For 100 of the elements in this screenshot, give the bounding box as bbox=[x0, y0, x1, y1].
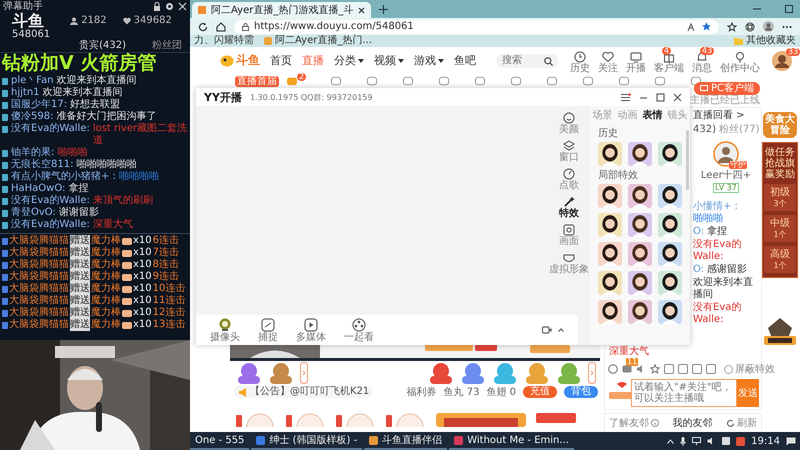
app-icon[interactable] bbox=[736, 436, 746, 446]
category-icon[interactable] bbox=[617, 76, 631, 86]
category-icon[interactable] bbox=[509, 76, 523, 86]
category-icon[interactable] bbox=[329, 76, 343, 86]
header-action[interactable]: 创作中心 bbox=[718, 47, 762, 74]
source-button[interactable]: 多媒体 bbox=[296, 318, 326, 342]
chevron-up-icon[interactable] bbox=[667, 438, 674, 444]
lock-icon[interactable] bbox=[153, 2, 161, 10]
category-icon[interactable] bbox=[401, 76, 415, 86]
bookmark-folder[interactable]: 其他收藏夹 bbox=[734, 35, 796, 47]
category-icon[interactable] bbox=[581, 76, 595, 86]
message-input[interactable]: 试着输入"#关注"吧，可以关注主播哦 bbox=[631, 379, 737, 407]
nav-link[interactable]: 分类 bbox=[334, 53, 364, 68]
reward-card[interactable]: 初级 3个 bbox=[764, 184, 796, 211]
source-button[interactable]: 摄像头 bbox=[210, 318, 240, 342]
nav-link[interactable]: 首页 bbox=[270, 53, 292, 68]
bookmark-link[interactable]: 阿二Ayer直播_热门... bbox=[264, 35, 372, 47]
input-method-icon[interactable] bbox=[722, 437, 730, 445]
maximize-icon[interactable] bbox=[656, 92, 665, 102]
taskbar-item[interactable]: Without Me - Emin... bbox=[449, 432, 574, 450]
site-logo[interactable]: 斗鱼 bbox=[220, 52, 260, 69]
extensions-icon[interactable] bbox=[745, 22, 755, 32]
tool-button[interactable]: 虚拟形象 bbox=[549, 252, 589, 275]
reward-card[interactable]: 中级 1个 bbox=[764, 215, 796, 242]
notification-icon[interactable] bbox=[786, 436, 796, 446]
avatar[interactable] bbox=[713, 141, 739, 167]
refresh-icon[interactable] bbox=[198, 22, 208, 32]
square-icon[interactable] bbox=[678, 364, 688, 374]
tab[interactable]: 镜头 bbox=[668, 108, 688, 122]
header-action[interactable]: 4 客户端 bbox=[652, 47, 686, 74]
star-icon[interactable] bbox=[650, 364, 660, 374]
maximize-icon[interactable] bbox=[784, 5, 794, 13]
nav-link[interactable]: 视频 bbox=[374, 53, 404, 68]
close-icon[interactable] bbox=[358, 6, 366, 14]
source-button[interactable]: 捕捉 bbox=[258, 318, 278, 342]
refresh-button[interactable]: 刷新 bbox=[726, 416, 757, 430]
nav-link[interactable]: 鱼吧 bbox=[454, 53, 476, 68]
help-link[interactable]: 了解友邻 bbox=[609, 416, 659, 430]
network-icon[interactable] bbox=[692, 437, 702, 445]
read-aloud-icon[interactable] bbox=[687, 22, 697, 30]
category-icon[interactable] bbox=[365, 76, 379, 86]
nav-link[interactable]: 游戏 bbox=[414, 53, 444, 68]
checkbox[interactable]: 屏蔽特效 bbox=[724, 362, 775, 376]
taskbar-item[interactable]: One - 555 bbox=[190, 432, 250, 450]
tool-button[interactable]: 点歌 bbox=[559, 168, 579, 191]
address-bar[interactable]: https://www.douyu.com/548061 bbox=[234, 20, 719, 34]
coupon-link[interactable]: 福利券 bbox=[406, 385, 437, 399]
profile-icon[interactable] bbox=[763, 21, 774, 32]
camera-icon[interactable] bbox=[542, 326, 552, 334]
header-action[interactable]: 关注 bbox=[596, 47, 620, 74]
star-icon[interactable] bbox=[727, 22, 737, 32]
close-icon[interactable] bbox=[673, 92, 682, 102]
new-tab-icon[interactable] bbox=[379, 4, 388, 14]
tab[interactable]: 粉丝(77) bbox=[719, 123, 760, 137]
square-icon[interactable] bbox=[664, 364, 674, 374]
send-button[interactable]: 发送 bbox=[737, 379, 759, 407]
search-field[interactable]: 搜索 bbox=[496, 54, 558, 68]
caret-up-icon[interactable] bbox=[558, 328, 564, 332]
browser-tab[interactable]: 阿二Ayer直播_热门游戏直播_斗 bbox=[192, 2, 372, 18]
chevron-right-icon[interactable] bbox=[588, 362, 596, 384]
category-icon[interactable] bbox=[437, 76, 451, 86]
microphone-icon[interactable] bbox=[680, 436, 686, 446]
client-button[interactable]: PC客户端 bbox=[694, 82, 760, 95]
recharge-button[interactable]: 充值 bbox=[523, 386, 557, 398]
replay-link[interactable]: 直播回看 > bbox=[693, 109, 745, 123]
tool-button[interactable]: 画面 bbox=[559, 224, 579, 247]
chat-icon[interactable] bbox=[622, 364, 632, 374]
tab[interactable]: 粉丝团 bbox=[152, 40, 182, 51]
header-action[interactable]: 历史 bbox=[568, 47, 592, 74]
taskbar-item[interactable]: 绅士 (韩国版样板) - bbox=[251, 432, 362, 450]
nav-link[interactable]: 直播 bbox=[302, 53, 324, 68]
reward-card[interactable]: 高级 1个 bbox=[764, 246, 796, 273]
tool-button[interactable]: 窗口 bbox=[559, 140, 579, 163]
bookmark-link[interactable]: 力、闪耀特需 bbox=[194, 35, 254, 47]
backpack-button[interactable]: 背包 bbox=[564, 386, 598, 398]
star-icon[interactable] bbox=[702, 22, 711, 31]
square-icon[interactable] bbox=[706, 364, 716, 374]
home-icon[interactable] bbox=[216, 22, 226, 32]
menu-icon[interactable] bbox=[621, 92, 631, 102]
more-icon[interactable] bbox=[782, 24, 792, 28]
tab[interactable]: 贵宾(432) bbox=[79, 40, 126, 51]
tab[interactable]: 432) bbox=[693, 123, 716, 137]
search-icon[interactable] bbox=[544, 56, 553, 66]
tool-button[interactable]: 美颜 bbox=[559, 112, 579, 135]
tool-button[interactable]: 特效 bbox=[559, 196, 579, 219]
smiley-icon[interactable] bbox=[608, 364, 618, 374]
tab[interactable]: 场景 bbox=[592, 108, 612, 122]
tab[interactable]: 表情 bbox=[642, 108, 662, 122]
taskbar-item[interactable]: 斗鱼直播伴侣 bbox=[364, 432, 448, 450]
header-action[interactable]: 43 消息 bbox=[690, 47, 714, 74]
source-button[interactable]: 一起看 bbox=[344, 318, 374, 342]
settings-icon[interactable] bbox=[165, 2, 174, 10]
chevron-right-icon[interactable] bbox=[300, 362, 308, 384]
category-icon[interactable] bbox=[473, 76, 487, 86]
category-icon[interactable] bbox=[545, 76, 559, 86]
tab[interactable]: 动画 bbox=[618, 108, 638, 122]
category-icon[interactable] bbox=[653, 76, 667, 86]
header-action[interactable]: 开播 bbox=[624, 47, 648, 74]
square-icon[interactable] bbox=[692, 364, 702, 374]
category-icon[interactable] bbox=[285, 76, 299, 86]
